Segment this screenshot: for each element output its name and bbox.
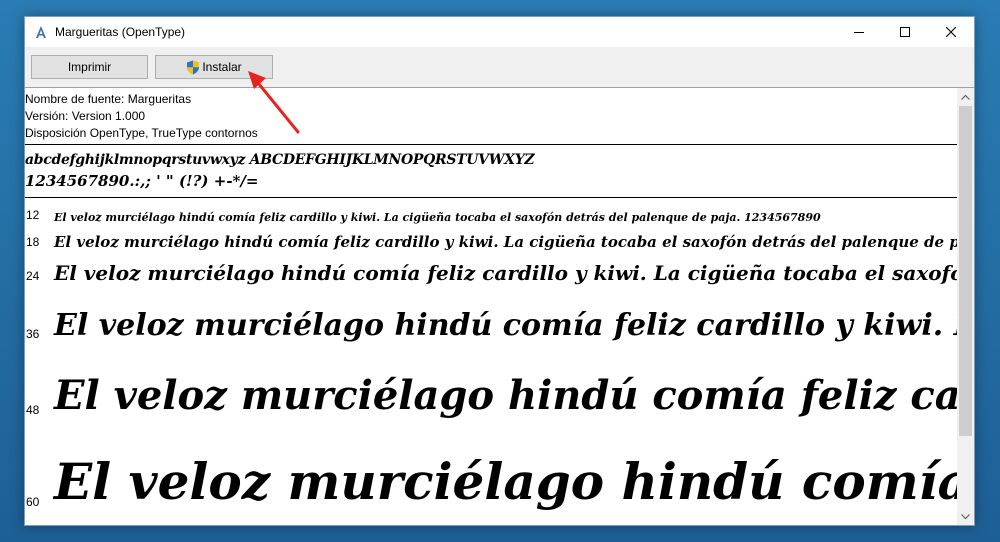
size-label: 18 — [26, 235, 40, 249]
font-name-line: Nombre de fuente: Margueritas — [25, 92, 192, 106]
scroll-up-button[interactable] — [957, 88, 974, 105]
chevron-down-icon — [961, 513, 970, 519]
minimize-icon — [854, 32, 864, 33]
sample-text: El veloz murciélago hindú comía feliz ca… — [54, 233, 958, 251]
size-label: 12 — [26, 208, 40, 222]
sample-row-48: 48 El veloz murciélago hindú comía feliz… — [25, 343, 958, 419]
sample-text: El veloz murciélago hindú comía feliz ca… — [54, 261, 958, 285]
maximize-button[interactable] — [882, 17, 928, 47]
sample-row-24: 24 El veloz murciélago hindú comía feliz… — [25, 251, 958, 285]
font-version-line: Versión: Version 1.000 — [25, 109, 146, 123]
uac-shield-icon — [187, 60, 200, 74]
size-label: 60 — [26, 495, 40, 509]
scroll-thumb[interactable] — [959, 106, 972, 436]
chevron-up-icon — [961, 94, 970, 100]
font-preview-area: Nombre de fuente: Margueritas Versión: V… — [25, 88, 958, 525]
font-app-icon — [36, 26, 46, 38]
sample-text: El veloz murciélago hindú comía feliz ca… — [54, 372, 958, 419]
sample-text: El veloz murciélago hindú comía feliz ca… — [54, 308, 958, 343]
close-button[interactable] — [928, 17, 974, 47]
sample-text: El veloz murciélago hindú comía feliz ca… — [54, 211, 821, 224]
size-label: 48 — [26, 403, 40, 417]
title-bar[interactable]: Margueritas (OpenType) — [25, 17, 974, 47]
size-label: 24 — [26, 269, 40, 283]
minimize-button[interactable] — [836, 17, 882, 47]
sample-row-60: 60 El veloz murciélago hindú comía feliz… — [25, 419, 958, 511]
sample-text: El veloz murciélago hindú comía feliz ca… — [54, 452, 958, 511]
font-info: Nombre de fuente: Margueritas Versión: V… — [25, 88, 958, 142]
install-button-label: Instalar — [202, 60, 242, 74]
window-controls — [836, 17, 974, 47]
print-button[interactable]: Imprimir — [31, 55, 148, 79]
vertical-scrollbar[interactable] — [957, 88, 974, 525]
size-samples: 12 El veloz murciélago hindú comía feliz… — [25, 198, 958, 511]
annotation-arrow-icon — [248, 71, 300, 134]
sample-row-36: 36 El veloz murciélago hindú comía feliz… — [25, 285, 958, 343]
maximize-icon — [900, 27, 910, 37]
font-viewer-window: Margueritas (OpenType) Imprimir Instalar — [24, 16, 975, 526]
toolbar: Imprimir Instalar — [25, 47, 974, 88]
font-layout-line: Disposición OpenType, TrueType contornos — [25, 126, 258, 140]
alphabet-line: abcdefghijklmnopqrstuvwxyz ABCDEFGHIJKLM… — [25, 152, 535, 168]
size-label: 36 — [26, 327, 40, 341]
sample-row-18: 18 El veloz murciélago hindú comía feliz… — [25, 224, 958, 251]
window-title: Margueritas (OpenType) — [55, 25, 186, 39]
character-set: abcdefghijklmnopqrstuvwxyz ABCDEFGHIJKLM… — [25, 145, 958, 197]
scroll-down-button[interactable] — [957, 508, 974, 525]
symbols-line: 1234567890.:,; ' " (!?) +-*/= — [25, 172, 259, 190]
print-button-label: Imprimir — [67, 60, 112, 74]
sample-row-12: 12 El veloz murciélago hindú comía feliz… — [25, 204, 958, 224]
close-icon — [946, 27, 956, 37]
